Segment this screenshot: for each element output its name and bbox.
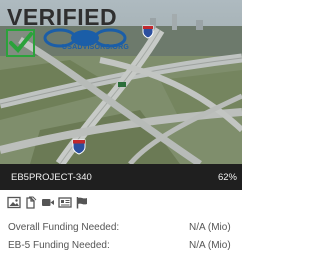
verified-checkbox [6, 29, 35, 57]
video-icon[interactable] [41, 196, 55, 209]
progress-percent: 62% [217, 172, 237, 183]
eb5-funding-value: N/A (Mio) [189, 240, 231, 251]
copy-icon[interactable] [24, 196, 38, 209]
overall-funding-label: Overall Funding Needed: [8, 222, 120, 233]
document-card-icon[interactable] [58, 196, 72, 209]
flag-icon[interactable] [75, 196, 89, 209]
overall-funding-row: Overall Funding Needed: N/A (Mio) [8, 222, 242, 236]
project-card[interactable]: VERIFIED USADVISORS.ORG EB5PROJECT-340 6… [0, 0, 242, 256]
overall-funding-value: N/A (Mio) [189, 222, 231, 233]
project-id: EB5PROJECT-340 [11, 172, 92, 183]
verified-badge: VERIFIED USADVISORS.ORG [4, 4, 132, 60]
checkmark-icon [9, 32, 33, 53]
media-icon-row [7, 195, 89, 209]
eb5-funding-row: EB-5 Funding Needed: N/A (Mio) [8, 240, 242, 254]
caption-bar: EB5PROJECT-340 62% [0, 164, 242, 190]
eb5-funding-label: EB-5 Funding Needed: [8, 240, 110, 251]
verified-subtitle: USADVISORS.ORG [62, 44, 129, 51]
project-photo[interactable]: VERIFIED USADVISORS.ORG [0, 0, 242, 164]
image-icon[interactable] [7, 196, 21, 209]
verified-title: VERIFIED [7, 4, 118, 30]
